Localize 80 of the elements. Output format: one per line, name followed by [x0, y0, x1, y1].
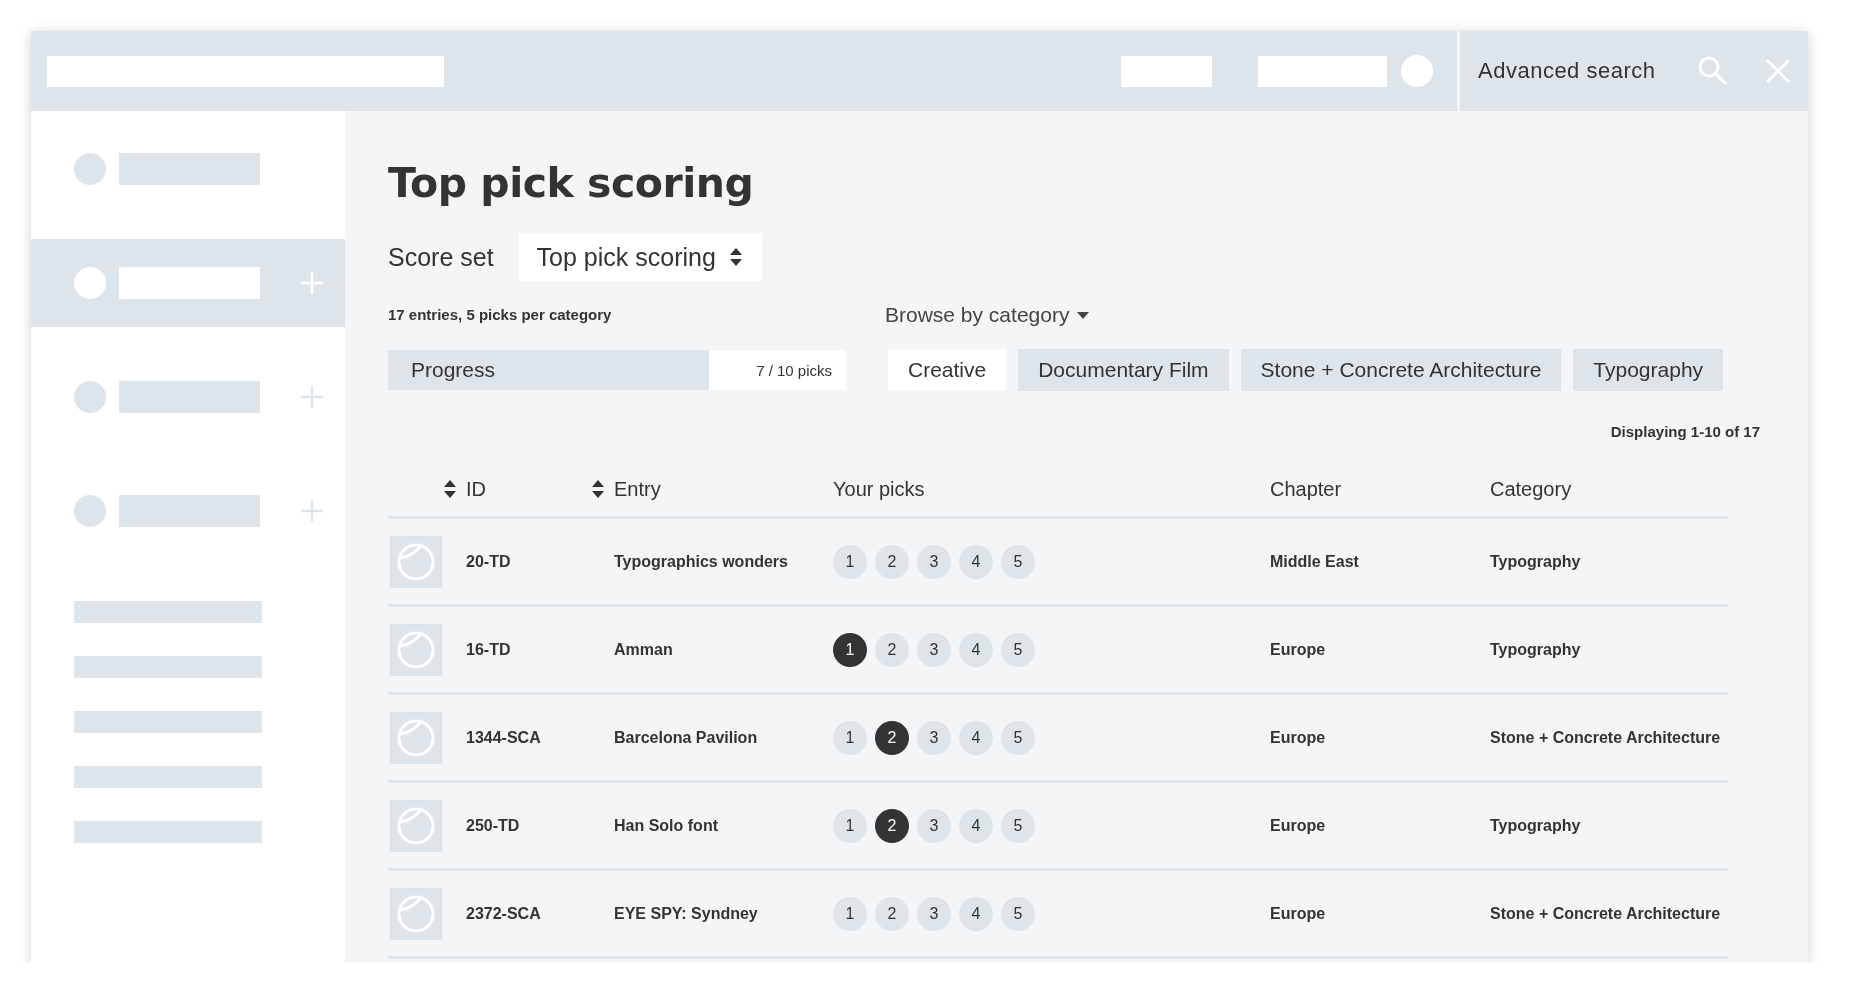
- pick-button[interactable]: 1: [833, 896, 867, 931]
- table-cell-text: Han Solo font: [614, 816, 719, 835]
- table-cell-text: Stone + Concrete Architecture: [1490, 904, 1722, 923]
- column-header: Your picks: [833, 477, 926, 501]
- table-cell-text: Middle East: [1270, 552, 1360, 571]
- pick-button[interactable]: 5: [1001, 808, 1035, 843]
- placeholder-circle: [74, 267, 106, 299]
- placeholder-circle: [74, 381, 106, 413]
- table-cell-text: 20-TD: [466, 552, 512, 571]
- category-tab[interactable]: Documentary Film: [1018, 349, 1229, 391]
- pick-button[interactable]: 1: [833, 632, 867, 667]
- pick-button[interactable]: 3: [917, 720, 951, 755]
- plus-icon[interactable]: [301, 500, 323, 522]
- pick-button[interactable]: 5: [1001, 896, 1035, 931]
- table-cell-text: Barcelona Pavilion: [614, 728, 759, 747]
- pick-button[interactable]: 3: [917, 544, 951, 579]
- pick-button[interactable]: 3: [917, 896, 951, 931]
- table-cell-text: 1344-SCA: [466, 728, 542, 747]
- placeholder-circle: [1401, 55, 1433, 87]
- table-cell-text: Typography: [1490, 816, 1582, 835]
- pick-button[interactable]: 2: [875, 632, 909, 667]
- close-icon[interactable]: [1765, 59, 1790, 83]
- category-tab[interactable]: Stone + Concrete Architecture: [1240, 349, 1562, 391]
- sort-icon[interactable]: [444, 480, 456, 498]
- pick-button[interactable]: 5: [1001, 720, 1035, 755]
- pick-button[interactable]: 4: [959, 720, 993, 755]
- table-cell-text: Typography: [1490, 640, 1582, 659]
- score-set-select[interactable]: Top pick scoring: [518, 233, 762, 281]
- entries-summary: 17 entries, 5 picks per category: [388, 306, 612, 323]
- column-header: Chapter: [1270, 477, 1343, 501]
- table-cell-text: Stone + Concrete Architecture: [1490, 728, 1722, 747]
- score-set-label: Score set: [388, 242, 494, 272]
- table-cell-text: Amman: [614, 640, 674, 659]
- table-cell-text: Europe: [1270, 640, 1327, 659]
- avatar-icon: [390, 535, 442, 588]
- table-cell-text: 250-TD: [466, 816, 521, 835]
- table-cell-text: Typography: [1490, 552, 1582, 571]
- pick-button[interactable]: 1: [833, 808, 867, 843]
- table-cell-text: 16-TD: [466, 640, 512, 659]
- pick-button[interactable]: 3: [917, 632, 951, 667]
- sidebar-item[interactable]: [31, 239, 345, 327]
- pick-button[interactable]: 4: [959, 896, 993, 931]
- placeholder-circle: [74, 153, 106, 185]
- caret-icon: [1077, 311, 1090, 319]
- table-cell-text: Europe: [1270, 904, 1327, 923]
- avatar-icon: [390, 799, 442, 852]
- sort-icon[interactable]: [729, 248, 742, 266]
- sort-icon[interactable]: [592, 480, 604, 498]
- progress-label: Progress: [411, 358, 496, 382]
- table-cell-text: Europe: [1270, 728, 1327, 747]
- column-header: Category: [1490, 477, 1573, 501]
- pick-button[interactable]: 2: [875, 720, 909, 755]
- plus-icon[interactable]: [301, 386, 323, 408]
- page-title: Top pick scoring: [388, 159, 755, 207]
- pagination-info: Displaying 1-10 of 17: [1610, 423, 1760, 440]
- category-tab[interactable]: Typography: [1573, 349, 1724, 391]
- avatar-icon: [390, 711, 442, 764]
- pick-button[interactable]: 1: [833, 720, 867, 755]
- pick-button[interactable]: 2: [875, 896, 909, 931]
- pick-button[interactable]: 2: [875, 544, 909, 579]
- pick-button[interactable]: 4: [959, 632, 993, 667]
- table-cell-text: 2372-SCA: [466, 904, 542, 923]
- avatar-icon: [390, 623, 442, 676]
- search-icon[interactable]: [1697, 56, 1728, 86]
- table-cell-text: Europe: [1270, 816, 1327, 835]
- placeholder-circle: [74, 495, 106, 527]
- table-cell-text: Typographics wonders: [614, 552, 789, 571]
- avatar-icon: [390, 887, 442, 940]
- pick-button[interactable]: 1: [833, 544, 867, 579]
- pick-button[interactable]: 5: [1001, 632, 1035, 667]
- table-cell-text: EYE SPY: Syndney: [614, 904, 759, 923]
- category-tab[interactable]: Creative: [888, 349, 1007, 391]
- pick-button[interactable]: 4: [959, 544, 993, 579]
- pick-button[interactable]: 5: [1001, 544, 1035, 579]
- pick-button[interactable]: 2: [875, 808, 909, 843]
- pick-button[interactable]: 3: [917, 808, 951, 843]
- pick-button[interactable]: 4: [959, 808, 993, 843]
- progress-reading: 7 / 10 picks: [756, 361, 832, 379]
- advanced-search-label: Advanced search: [1478, 58, 1656, 84]
- browse-by-category-dropdown[interactable]: Browse by category: [885, 303, 1090, 327]
